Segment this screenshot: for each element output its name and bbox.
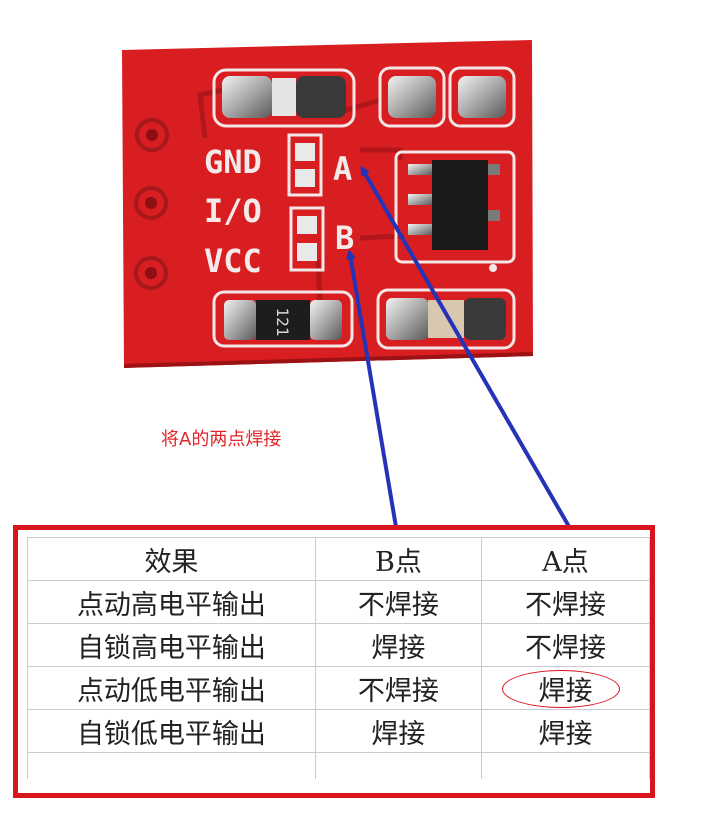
table-empty-row bbox=[27, 752, 651, 779]
cell-b-point: 不焊接 bbox=[314, 580, 482, 624]
resistor-code-label: 121 bbox=[273, 308, 292, 337]
cell-effect: 点动低电平输出 bbox=[27, 666, 316, 710]
header-a-point: A点 bbox=[480, 537, 651, 581]
table-row: 点动高电平输出 不焊接 不焊接 bbox=[27, 580, 651, 624]
table-row: 点动低电平输出 不焊接 焊接 bbox=[27, 666, 651, 710]
empty-cell bbox=[27, 752, 316, 779]
cell-a-point: 不焊接 bbox=[480, 580, 651, 624]
cell-a-point-highlighted: 焊接 bbox=[480, 666, 651, 710]
cell-b-point: 焊接 bbox=[314, 709, 482, 753]
silk-jumper-b-label: B bbox=[335, 219, 354, 257]
instruction-caption: 将A的两点焊接 bbox=[161, 429, 282, 450]
silk-gnd-label: GND bbox=[204, 143, 262, 181]
header-pin-holes bbox=[134, 118, 169, 290]
cell-b-point: 不焊接 bbox=[314, 666, 482, 710]
header-b-point: B点 bbox=[314, 537, 482, 581]
jumper-config-table: 效果 B点 A点 点动高电平输出 不焊接 不焊接 自锁高电平输出 焊接 不焊接 … bbox=[27, 537, 651, 779]
cell-effect: 点动高电平输出 bbox=[27, 580, 316, 624]
table-header-row: 效果 B点 A点 bbox=[27, 537, 651, 581]
cell-b-point: 焊接 bbox=[314, 623, 482, 667]
cell-a-point: 不焊接 bbox=[480, 623, 651, 667]
empty-cell bbox=[480, 752, 651, 779]
table-row: 自锁高电平输出 焊接 不焊接 bbox=[27, 623, 651, 667]
silk-io-label: I/O bbox=[204, 192, 262, 230]
cell-effect: 自锁低电平输出 bbox=[27, 709, 316, 753]
empty-cell bbox=[314, 752, 482, 779]
table-row: 自锁低电平输出 焊接 焊接 bbox=[27, 709, 651, 753]
jumper-table-frame: 效果 B点 A点 点动高电平输出 不焊接 不焊接 自锁高电平输出 焊接 不焊接 … bbox=[13, 525, 655, 798]
silk-jumper-a-label: A bbox=[333, 150, 352, 188]
cell-effect: 自锁高电平输出 bbox=[27, 623, 316, 667]
silk-vcc-label: VCC bbox=[204, 242, 262, 280]
highlight-circle bbox=[501, 670, 620, 708]
header-effect: 效果 bbox=[27, 537, 316, 581]
cell-a-point: 焊接 bbox=[480, 709, 651, 753]
